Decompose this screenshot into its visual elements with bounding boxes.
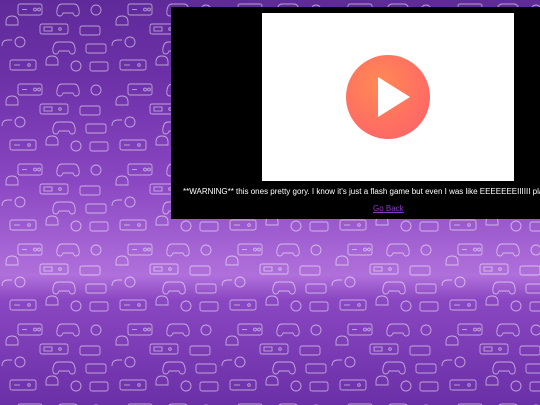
play-icon (378, 77, 410, 117)
flash-game-frame[interactable] (262, 13, 514, 181)
play-button[interactable] (346, 55, 430, 139)
game-panel: **WARNING** this ones pretty gory. I kno… (171, 7, 540, 219)
go-back-link[interactable]: Go Back (373, 204, 404, 213)
warning-text: **WARNING** this ones pretty gory. I kno… (183, 187, 540, 196)
